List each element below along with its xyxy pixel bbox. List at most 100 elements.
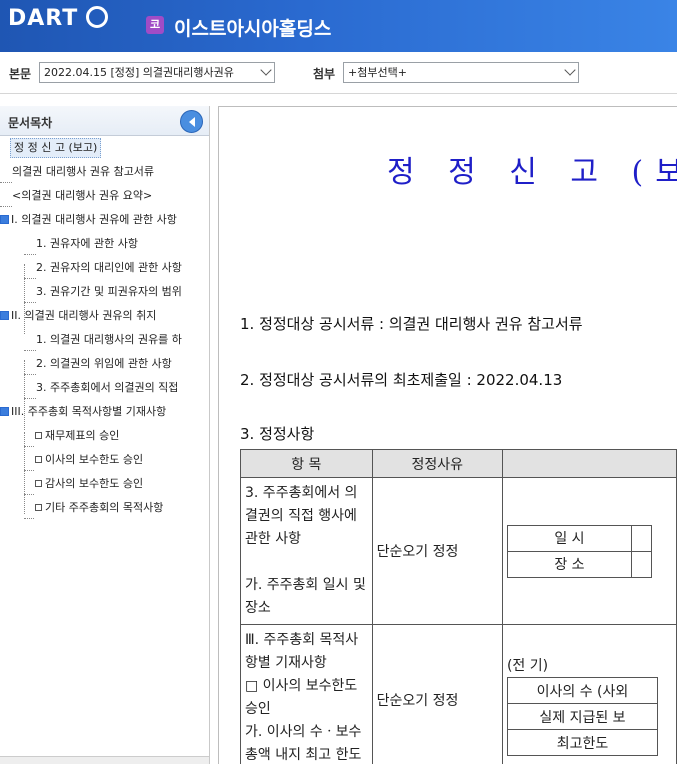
- toc-item-3-2[interactable]: 이사의 보수한도 승인: [34, 450, 143, 470]
- sidebar-horizontal-scrollbar[interactable]: [0, 756, 209, 764]
- period-label: (전 기): [506, 658, 549, 674]
- tree-line: [24, 374, 36, 375]
- toc-item-label: II. 의결권 대리행사 권유의 취지: [11, 309, 157, 322]
- market-badge: 코: [146, 16, 164, 34]
- dart-logo[interactable]: DART: [8, 6, 78, 31]
- table-header-row: 항 목 정정사유: [240, 449, 677, 478]
- schedule-date-label: 일 시: [506, 524, 632, 552]
- item-line: 관한 사항: [245, 531, 301, 547]
- row1-content: 일 시 장 소: [501, 477, 677, 625]
- square-bullet-icon: [35, 480, 42, 487]
- dart-logo-ring-icon: [86, 6, 108, 28]
- toc-sidebar: 문서목차 정 정 신 고 (보고) 의결권 대리행사 권유 참고서류 <의결권 …: [0, 106, 210, 764]
- row1-reason: 단순오기 정정: [371, 477, 503, 625]
- attach-select[interactable]: +첨부선택+: [343, 62, 579, 83]
- header-reason: 정정사유: [371, 449, 503, 478]
- chevron-down-icon: [260, 64, 272, 76]
- item-line: 결권의 직접 행사에: [245, 508, 357, 524]
- toc-item-label: I. 의결권 대리행사 권유에 관한 사항: [11, 213, 177, 226]
- row2-content: (전 기) 이사의 수 (사외 실제 지급된 보 최고한도: [501, 624, 677, 764]
- tree-line: [24, 494, 34, 495]
- item-line: Ⅲ. 주주총회 목적사: [245, 632, 359, 648]
- toc-item-1-3[interactable]: 3. 권유기간 및 피권유자의 범위: [36, 282, 182, 302]
- tree-line: [0, 206, 12, 207]
- tree-line: [24, 446, 34, 447]
- square-bullet-icon: [35, 432, 42, 439]
- toc-item-label: 기타 주주총회의 목적사항: [45, 501, 164, 514]
- toc-item-label: 재무제표의 승인: [45, 429, 120, 442]
- toc-item-1-1[interactable]: 1. 권유자에 관한 사항: [36, 234, 138, 254]
- toc-item-correction-report[interactable]: 정 정 신 고 (보고): [10, 138, 102, 158]
- first-submission-date: 2. 정정대상 공시서류의 최초제출일 : 2022.04.13: [240, 371, 563, 389]
- tree-line: [24, 398, 36, 399]
- item-line: 가. 주주총회 일시 및: [245, 577, 366, 593]
- main-doc-select-value: 2022.04.15 [정정] 의결권대리행사권유: [44, 66, 234, 79]
- toc-item-3-1[interactable]: 재무제표의 승인: [34, 426, 119, 446]
- item-line: □ 이사의 보수한도: [245, 678, 358, 694]
- app-header: DART 코 이스트아시아홀딩스: [0, 0, 677, 52]
- correction-table: 항 목 정정사유 3. 주주총회에서 의 결권의 직접 행사에 관한 사항 가.…: [240, 449, 677, 764]
- schedule-table: 일 시 장 소: [506, 524, 652, 578]
- toc-item-1-2[interactable]: 2. 권유자의 대리인에 관한 사항: [36, 258, 182, 278]
- main-doc-label: 본문: [9, 67, 32, 81]
- item-line: 승인: [245, 701, 271, 717]
- tree-line: [24, 470, 34, 471]
- toc-item-3-4[interactable]: 기타 주주총회의 목적사항: [34, 498, 163, 518]
- toolbar: 본문 2022.04.15 [정정] 의결권대리행사권유 첨부 +첨부선택+: [0, 52, 677, 94]
- square-bullet-icon: [35, 504, 42, 511]
- toc-item-summary[interactable]: <의결권 대리행사 권유 요약>: [12, 186, 152, 206]
- expand-checkbox-icon[interactable]: [0, 407, 9, 416]
- square-bullet-icon: [35, 456, 42, 463]
- toc-item-label: 감사의 보수한도 승인: [45, 477, 144, 490]
- company-name: 이스트아시아홀딩스: [174, 18, 332, 40]
- row2-item: Ⅲ. 주주총회 목적사 항별 기재사항 □ 이사의 보수한도 승인 가. 이사의…: [240, 624, 373, 764]
- toc-item-2-3[interactable]: 3. 주주총회에서 의결권의 직접: [36, 378, 178, 398]
- main-doc-select[interactable]: 2022.04.15 [정정] 의결권대리행사권유: [39, 62, 275, 83]
- max-limit-label: 최고한도: [506, 729, 658, 756]
- schedule-place-value: [630, 550, 652, 578]
- toc-header: 문서목차: [0, 106, 209, 136]
- document-viewer: 정 정 신 고 (보고) 1. 정정대상 공시서류 : 의결권 대리행사 권유 …: [218, 106, 677, 764]
- item-line: 가. 이사의 수ㆍ보수: [245, 724, 362, 740]
- toc-item-section-2[interactable]: II. 의결권 대리행사 권유의 취지: [0, 306, 156, 326]
- toc-title: 문서목차: [8, 116, 53, 130]
- toc-item-label: 이사의 보수한도 승인: [45, 453, 144, 466]
- toc-item-3-3[interactable]: 감사의 보수한도 승인: [34, 474, 143, 494]
- chevron-down-icon: [564, 64, 576, 76]
- expand-checkbox-icon[interactable]: [0, 215, 9, 224]
- tree-line: [24, 432, 25, 514]
- item-line: [245, 551, 368, 574]
- tree-line: [24, 254, 36, 255]
- toc-item-section-1[interactable]: I. 의결권 대리행사 권유에 관한 사항: [0, 210, 177, 230]
- item-line: 장소: [245, 600, 271, 616]
- table-row: Ⅲ. 주주총회 목적사 항별 기재사항 □ 이사의 보수한도 승인 가. 이사의…: [240, 624, 677, 764]
- row1-item: 3. 주주총회에서 의 결권의 직접 행사에 관한 사항 가. 주주총회 일시 …: [240, 477, 373, 625]
- expand-checkbox-icon[interactable]: [0, 311, 9, 320]
- item-line: 항별 기재사항: [245, 655, 327, 671]
- header-content: [501, 449, 677, 478]
- toc-item-reference-doc[interactable]: 의결권 대리행사 권유 참고서류: [12, 162, 154, 182]
- correction-items-heading: 3. 정정사항: [240, 425, 315, 443]
- header-item: 항 목: [240, 449, 373, 478]
- tree-line: [24, 350, 36, 351]
- table-row: 3. 주주총회에서 의 결권의 직접 행사에 관한 사항 가. 주주총회 일시 …: [240, 477, 677, 625]
- item-line: 총액 내지 최고 한도: [245, 747, 362, 763]
- document-title: 정 정 신 고 (보고): [387, 155, 677, 190]
- tree-line: [24, 278, 36, 279]
- director-count-label: 이사의 수 (사외: [506, 677, 658, 704]
- toc-item-2-2[interactable]: 2. 의결권의 위임에 관한 사항: [36, 354, 172, 374]
- toc-item-2-1[interactable]: 1. 의결권 대리행사의 권유를 하: [36, 330, 182, 350]
- item-line: 3. 주주총회에서 의: [245, 485, 358, 501]
- collapse-sidebar-button[interactable]: [180, 110, 203, 133]
- actual-paid-label: 실제 지급된 보: [506, 703, 658, 730]
- schedule-date-value: [630, 524, 652, 552]
- tree-line: [24, 518, 34, 519]
- tree-line: [0, 182, 12, 183]
- row2-reason: 단순오기 정정: [371, 624, 503, 764]
- toc-item-section-3[interactable]: III. 주주총회 목적사항별 기재사항: [0, 402, 166, 422]
- toc-item-label: III. 주주총회 목적사항별 기재사항: [11, 405, 167, 418]
- attach-label: 첨부: [313, 67, 336, 81]
- director-pay-table: 이사의 수 (사외 실제 지급된 보 최고한도: [506, 677, 658, 756]
- schedule-place-label: 장 소: [506, 550, 632, 578]
- correction-target: 1. 정정대상 공시서류 : 의결권 대리행사 권유 참고서류: [240, 315, 583, 333]
